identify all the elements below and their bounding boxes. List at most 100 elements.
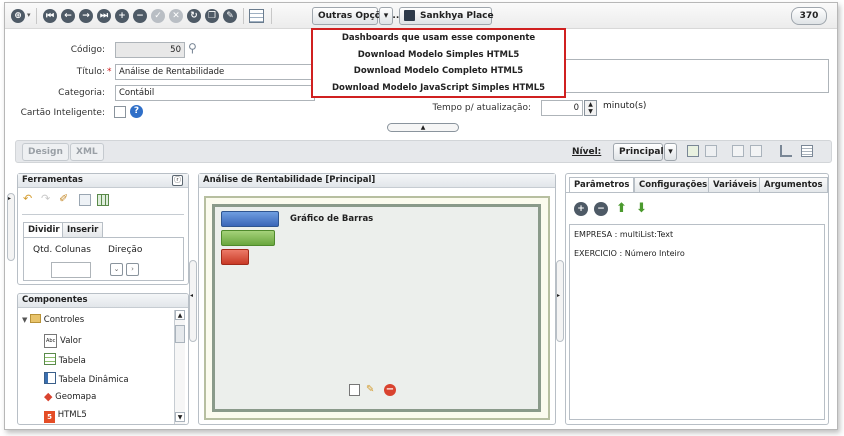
tree-node-controles[interactable]: ▼ Controles	[22, 314, 84, 326]
copy-level-icon[interactable]	[732, 145, 744, 157]
outras-opcoes-dropdown-button[interactable]: ▾	[379, 7, 393, 25]
add-parameter-icon[interactable]: +	[574, 202, 588, 216]
tree-item-valor[interactable]: Abc Valor	[44, 334, 81, 348]
codigo-field[interactable]: 50	[115, 42, 185, 58]
redo-icon[interactable]: ↷	[41, 193, 53, 205]
sankhya-place-icon	[404, 10, 415, 21]
description-field[interactable]	[561, 59, 829, 93]
edit-pencil-icon[interactable]: ✎	[366, 384, 378, 396]
scroll-down-arrow[interactable]: ▼	[175, 412, 185, 422]
paste-level-icon[interactable]	[750, 145, 762, 157]
tab-variaveis[interactable]: Variáveis	[708, 177, 762, 192]
undo-icon[interactable]: ↶	[23, 193, 35, 205]
right-panel-resize-handle[interactable]: ▸	[556, 260, 564, 342]
tempo-stepper[interactable]: ▲ ▼	[584, 100, 597, 116]
minutos-label: minuto(s)	[603, 101, 647, 111]
properties-icon[interactable]	[801, 145, 813, 157]
center-panel-title: Análise de Rentabilidade [Principal]	[199, 174, 555, 188]
tree-item-geomapa[interactable]: ◆ Geomapa	[44, 391, 96, 403]
layout-cell[interactable]: Gráfico de Barras ✎ −	[212, 204, 541, 412]
sankhya-place-button[interactable]: Sankhya Place	[399, 7, 494, 25]
categoria-label: Categoria:	[58, 88, 105, 98]
tab-parametros[interactable]: Parâmetros	[569, 177, 635, 193]
remove-parameter-icon[interactable]: −	[594, 202, 608, 216]
remove-level-icon[interactable]	[705, 145, 717, 157]
remove-component-icon[interactable]: −	[384, 384, 396, 396]
globe-menu-icon[interactable]: ⊕	[11, 9, 25, 23]
tab-configuracoes[interactable]: Configurações	[634, 177, 713, 192]
refresh-icon[interactable]: ↻	[187, 9, 201, 23]
direction-vertical-icon[interactable]: ⌄	[110, 263, 123, 276]
search-icon[interactable]: ⚲	[188, 41, 197, 55]
left-panel-resize-handle[interactable]: ◂	[189, 260, 197, 342]
confirm-icon[interactable]: ✓	[151, 9, 165, 23]
ferramentas-panel: Ferramentas ⓡ ↶ ↷ ✐ Dividir Inserir Qtd.…	[17, 173, 189, 285]
chart-bar-red	[221, 249, 249, 265]
tabs-divider	[566, 192, 828, 193]
copy-icon[interactable]: ❐	[205, 9, 219, 23]
brush-icon[interactable]: ✐	[59, 193, 71, 205]
outras-opcoes-button[interactable]: Outras Opções...	[312, 7, 403, 25]
add-icon[interactable]: +	[115, 9, 129, 23]
qtd-colunas-field[interactable]	[51, 262, 91, 278]
menu-item-download-javascript[interactable]: Download Modelo JavaScript Simples HTML5	[313, 80, 564, 97]
nivel-label: Nível:	[572, 147, 602, 157]
expand-arrow-icon: ▼	[22, 316, 28, 324]
required-mark: *	[107, 67, 112, 77]
grid-insert-icon[interactable]	[97, 194, 109, 206]
edit-icon[interactable]: ✎	[223, 9, 237, 23]
tree-item-tabela-dinamica[interactable]: Tabela Dinâmica	[44, 372, 129, 386]
cartao-checkbox[interactable]	[114, 106, 126, 118]
scroll-thumb[interactable]	[175, 325, 185, 343]
tab-inserir[interactable]: Inserir	[62, 222, 104, 237]
previous-record-icon[interactable]: ←	[61, 9, 75, 23]
frame-icon[interactable]	[79, 194, 91, 206]
tab-argumentos[interactable]: Argumentos	[759, 177, 828, 192]
nivel-dropdown-button[interactable]: ▾	[664, 143, 677, 161]
toolbar-separator	[243, 8, 244, 24]
add-level-icon[interactable]	[687, 145, 699, 157]
abc-icon: Abc	[44, 334, 58, 348]
tree-item-html5[interactable]: 5 HTML5	[44, 409, 87, 423]
cancel-icon[interactable]: ✕	[169, 9, 183, 23]
qtd-colunas-label: Qtd. Colunas	[33, 245, 91, 255]
last-record-icon[interactable]: ⏭	[97, 9, 111, 23]
xml-button[interactable]: XML	[70, 143, 104, 161]
tree-item-label: HTML5	[57, 410, 87, 420]
first-record-icon[interactable]: ⏮	[43, 9, 57, 23]
tree-item-label: Valor	[60, 336, 82, 346]
menu-item-dashboards[interactable]: Dashboards que usam esse componente	[313, 30, 564, 47]
dividir-content	[23, 237, 184, 281]
next-record-icon[interactable]: →	[79, 9, 93, 23]
sankhya-place-label: Sankhya Place	[420, 11, 494, 21]
panel-restore-icon[interactable]: ⓡ	[172, 175, 183, 186]
parameters-list: EMPRESA : multiList:Text EXERCICIO : Núm…	[569, 224, 825, 420]
map-pin-icon: ◆	[44, 390, 53, 403]
move-up-icon[interactable]: ⬆	[616, 201, 627, 216]
preview-icon[interactable]	[349, 384, 360, 396]
app-window: ⊕ ▾ ⏮ ← → ⏭ + − ✓ ✕ ↻ ❐ ✎ Outras Opções.…	[4, 2, 838, 430]
chevron-down-icon[interactable]: ▾	[27, 11, 31, 19]
help-icon[interactable]: ?	[130, 105, 143, 118]
move-down-icon[interactable]: ⬇	[636, 201, 647, 216]
nivel-select[interactable]: Principal	[613, 143, 664, 161]
tree-item-tabela[interactable]: Tabela	[44, 353, 86, 367]
design-button[interactable]: Design	[22, 143, 69, 161]
components-scrollbar[interactable]: ▲ ▼	[174, 310, 185, 424]
direction-horizontal-icon[interactable]: ›	[126, 263, 139, 276]
categoria-field[interactable]: Contábil	[115, 85, 315, 101]
scroll-up-arrow[interactable]: ▲	[175, 310, 185, 320]
menu-item-download-simples[interactable]: Download Modelo Simples HTML5	[313, 47, 564, 64]
remove-icon[interactable]: −	[133, 9, 147, 23]
tab-dividir[interactable]: Dividir	[23, 222, 65, 238]
parameter-item-exercicio[interactable]: EXERCICIO : Número Inteiro	[574, 249, 685, 258]
tree-structure-icon[interactable]	[780, 145, 792, 157]
titulo-field[interactable]: Análise de Rentabilidade	[115, 64, 315, 80]
center-panel: Análise de Rentabilidade [Principal] Grá…	[198, 173, 556, 425]
grid-view-icon[interactable]	[249, 9, 264, 23]
left-collapse-handle[interactable]: ▸	[7, 193, 15, 261]
parameter-item-empresa[interactable]: EMPRESA : multiList:Text	[574, 230, 673, 239]
tempo-field[interactable]: 0	[541, 100, 583, 116]
menu-item-download-completo[interactable]: Download Modelo Completo HTML5	[313, 63, 564, 80]
collapse-form-handle[interactable]: ▲	[387, 123, 459, 132]
